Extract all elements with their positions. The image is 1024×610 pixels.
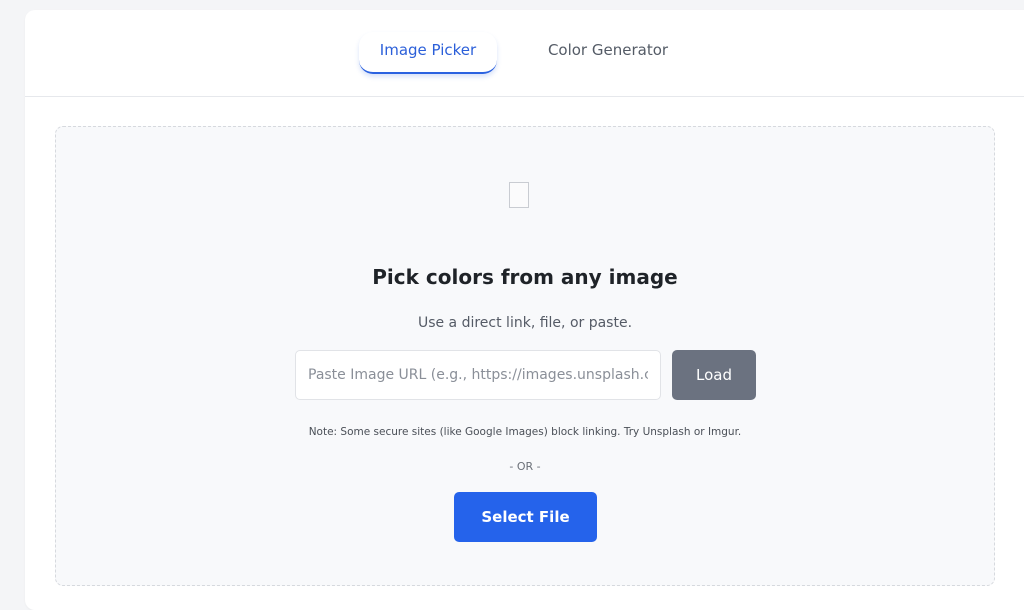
image-dropzone[interactable]: Pick colors from any image Use a direct …	[55, 126, 995, 586]
or-divider: - OR -	[509, 460, 541, 473]
upload-subtext: Use a direct link, file, or paste.	[417, 315, 633, 331]
image-placeholder-icon	[509, 182, 529, 208]
tab-image-picker[interactable]: Image Picker	[359, 32, 497, 74]
upload-heading: Pick colors from any image	[372, 265, 678, 289]
tab-color-generator[interactable]: Color Generator	[533, 32, 683, 72]
tab-bar: Image Picker Color Generator	[25, 10, 1024, 97]
linking-note: Note: Some secure sites (like Google Ima…	[308, 426, 742, 438]
select-file-button[interactable]: Select File	[454, 492, 597, 542]
image-url-input[interactable]	[295, 350, 661, 400]
app-card: Image Picker Color Generator Pick colors…	[25, 10, 1024, 610]
load-button[interactable]: Load	[672, 350, 756, 400]
